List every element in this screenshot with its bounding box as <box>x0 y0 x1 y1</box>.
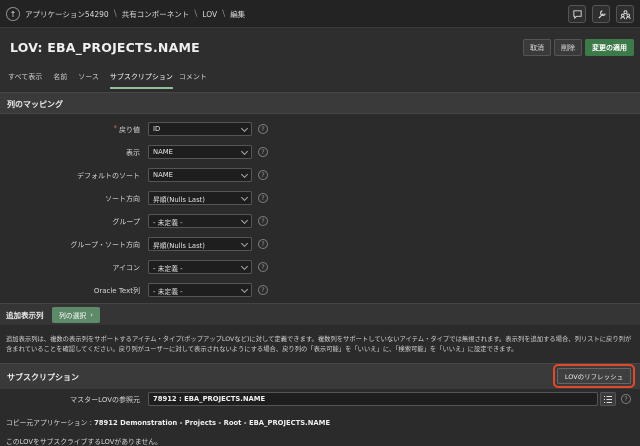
header-buttons: 取消 削除 変更の適用 <box>523 39 634 56</box>
display-select[interactable]: NAME <box>148 145 252 159</box>
copy-source-value: 78912 Demonstration - Projects - Root - … <box>94 419 331 427</box>
breadcrumb-item[interactable]: アプリケーション54290 <box>25 9 109 20</box>
tab-name[interactable]: 名前 <box>53 72 72 89</box>
additional-columns-description: 追加表示列は、複数の表示列をサポートするアイテム・タイプ(ポップアップLOVなど… <box>6 336 632 353</box>
breadcrumb-item[interactable]: LOV <box>202 10 217 19</box>
oracle-text-column-select[interactable]: - 未定義 - <box>148 283 252 297</box>
tab-bar: すべて表示 名前 ソース サブスクリプション コメント <box>8 72 218 89</box>
help-icon[interactable]: ? <box>258 124 268 134</box>
chevron-down-icon <box>240 124 249 133</box>
additional-columns-header: 追加表示列 列の選択 › <box>0 303 640 325</box>
chevron-down-icon <box>240 285 249 294</box>
field-label: Oracle Text列 <box>93 287 140 295</box>
help-icon[interactable]: ? <box>621 394 631 404</box>
tab-show-all[interactable]: すべて表示 <box>8 72 47 89</box>
toolbar-icons <box>568 5 634 23</box>
column-mapping-header: 列のマッピング <box>0 92 640 114</box>
help-icon[interactable]: ? <box>258 216 268 226</box>
subscription-header: サブスクリプション <box>0 363 640 389</box>
breadcrumb-separator: \ <box>222 9 226 19</box>
help-icon[interactable]: ? <box>258 262 268 272</box>
field-label: アイコン <box>112 264 140 272</box>
master-lov-row: マスターLOVの参照元 78912 : EBA_PROJECTS.NAME ? <box>0 392 640 408</box>
field-label: ソート方向 <box>105 195 140 203</box>
top-bar: ↑ アプリケーション54290 \ 共有コンポーネント \ LOV \ 編集 <box>0 0 640 28</box>
chevron-down-icon <box>240 216 249 225</box>
column-mapping-title: 列のマッピング <box>7 100 63 109</box>
tab-source[interactable]: ソース <box>78 72 104 89</box>
help-icon[interactable]: ? <box>258 170 268 180</box>
field-row-oracle-text: Oracle Text列 - 未定義 - ? <box>0 283 640 299</box>
copy-source-line: コピー元アプリケーション : 78912 Demonstration - Pro… <box>6 417 330 427</box>
field-label: グループ <box>112 218 140 226</box>
field-row-icon: アイコン - 未定義 - ? <box>0 260 640 276</box>
column-mapping-body: * 戻り値 ID ? 表示 NAME ? デフォルトのソート NAME ? ソート… <box>0 118 640 304</box>
chevron-right-icon: › <box>90 311 93 319</box>
no-subscribers-message: このLOVをサブスクライブするLOVがありません。 <box>6 438 162 446</box>
help-icon[interactable]: ? <box>258 193 268 203</box>
apply-changes-button[interactable]: 変更の適用 <box>585 39 634 56</box>
team-icon[interactable] <box>616 5 634 23</box>
master-lov-label: マスターLOVの参照元 <box>70 396 140 404</box>
field-row-return-value: * 戻り値 ID ? <box>0 122 640 138</box>
copy-source-label: コピー元アプリケーション : <box>6 419 92 427</box>
breadcrumb-separator: \ <box>194 9 198 19</box>
cancel-button[interactable]: 取消 <box>523 39 551 56</box>
chevron-down-icon <box>240 170 249 179</box>
return-value-select[interactable]: ID <box>148 122 252 136</box>
tab-comments[interactable]: コメント <box>179 72 212 89</box>
comment-icon[interactable] <box>568 5 586 23</box>
list-icon[interactable] <box>600 392 616 406</box>
chevron-down-icon <box>240 193 249 202</box>
select-columns-button[interactable]: 列の選択 › <box>52 307 100 323</box>
field-row-display: 表示 NAME ? <box>0 145 640 161</box>
help-icon[interactable]: ? <box>258 285 268 295</box>
group-select[interactable]: - 未定義 - <box>148 214 252 228</box>
help-icon[interactable]: ? <box>258 147 268 157</box>
field-row-sort-direction: ソート方向 昇順(Nulls Last) ? <box>0 191 640 207</box>
field-label: グループ・ソート方向 <box>70 241 140 249</box>
refresh-lov-button[interactable]: LOVのリフレッシュ <box>557 368 631 384</box>
wrench-icon[interactable] <box>592 5 610 23</box>
breadcrumb-item: 編集 <box>230 9 246 19</box>
default-sort-select[interactable]: NAME <box>148 168 252 182</box>
breadcrumb-separator: \ <box>113 9 117 19</box>
help-icon[interactable]: ? <box>258 239 268 249</box>
chevron-down-icon <box>240 239 249 248</box>
field-row-group-sort-direction: グループ・ソート方向 昇順(Nulls Last) ? <box>0 237 640 253</box>
up-arrow-icon[interactable]: ↑ <box>6 7 20 21</box>
field-label: * 戻り値 <box>113 124 141 134</box>
tab-subscription[interactable]: サブスクリプション <box>109 72 173 89</box>
additional-columns-title: 追加表示列 <box>6 311 44 320</box>
breadcrumb-item[interactable]: 共有コンポーネント <box>122 9 190 20</box>
icon-select[interactable]: - 未定義 - <box>148 260 252 274</box>
page-header: LOV: EBA_PROJECTS.NAME 取消 削除 変更の適用 すべて表示… <box>0 28 640 90</box>
chevron-down-icon <box>240 262 249 271</box>
refresh-highlight: LOVのリフレッシュ <box>553 364 635 388</box>
master-lov-field[interactable]: 78912 : EBA_PROJECTS.NAME <box>148 392 598 406</box>
group-sort-direction-select[interactable]: 昇順(Nulls Last) <box>148 237 252 251</box>
delete-button[interactable]: 削除 <box>554 39 582 56</box>
field-row-group: グループ - 未定義 - ? <box>0 214 640 230</box>
page-title: LOV: EBA_PROJECTS.NAME <box>10 40 200 55</box>
subscription-title: サブスクリプション <box>7 373 79 382</box>
field-row-default-sort: デフォルトのソート NAME ? <box>0 168 640 184</box>
sort-direction-select[interactable]: 昇順(Nulls Last) <box>148 191 252 205</box>
chevron-down-icon <box>240 147 249 156</box>
field-label: デフォルトのソート <box>77 172 140 180</box>
breadcrumb: ↑ アプリケーション54290 \ 共有コンポーネント \ LOV \ 編集 <box>6 7 245 21</box>
required-marker: * <box>113 124 118 132</box>
field-label: 表示 <box>126 149 140 157</box>
